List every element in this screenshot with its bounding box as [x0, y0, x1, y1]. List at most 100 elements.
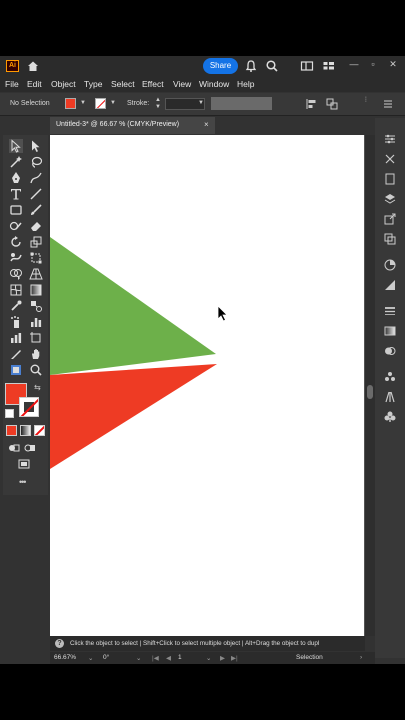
rotate-view-value[interactable]: 0°	[103, 654, 109, 661]
menu-view[interactable]: View	[173, 79, 191, 89]
stepper-up-icon[interactable]: ▲	[155, 97, 162, 104]
menu-edit[interactable]: Edit	[27, 79, 42, 89]
eyedropper-tool-icon[interactable]	[9, 299, 23, 313]
help-icon[interactable]: ?	[55, 639, 64, 648]
close-window-icon[interactable]: ✕	[387, 58, 399, 70]
chevron-down-icon[interactable]: ⌄	[88, 654, 93, 662]
menu-help[interactable]: Help	[237, 79, 254, 89]
share-button[interactable]: Share	[203, 58, 238, 74]
free-transform-tool-icon[interactable]	[29, 251, 43, 265]
symbol-sprayer-tool-icon[interactable]	[9, 315, 23, 329]
brushes-icon[interactable]	[383, 390, 397, 404]
screen-mode-icon[interactable]	[17, 457, 31, 471]
curvature-tool-icon[interactable]	[29, 171, 43, 185]
draw-normal-icon[interactable]	[7, 441, 21, 455]
menu-select[interactable]: Select	[111, 79, 135, 89]
puppet-icon[interactable]	[383, 152, 397, 166]
stepper-down-icon[interactable]: ▼	[155, 104, 162, 111]
canvas-area[interactable]	[50, 135, 365, 636]
status-menu-icon[interactable]: ›	[360, 654, 362, 661]
last-artboard-icon[interactable]: ▶|	[231, 654, 238, 662]
edit-toolbar-icon[interactable]: •••	[19, 477, 27, 487]
draw-behind-icon[interactable]	[23, 441, 37, 455]
menu-file[interactable]: File	[5, 79, 19, 89]
red-triangle[interactable]	[50, 364, 217, 469]
gradient-tool-icon[interactable]	[29, 283, 43, 297]
previous-artboard-icon[interactable]: ◀	[166, 654, 171, 662]
rotate-tool-icon[interactable]	[9, 235, 23, 249]
scroll-thumb[interactable]	[367, 385, 373, 399]
color-mode-icon[interactable]	[6, 425, 17, 436]
selection-tool-icon[interactable]	[9, 139, 23, 153]
minimize-icon[interactable]: —	[348, 58, 360, 70]
artboard-number[interactable]: 1	[178, 654, 182, 661]
perspective-grid-tool-icon[interactable]	[29, 267, 43, 281]
panel-menu-icon[interactable]	[381, 97, 395, 111]
hand-tool-icon[interactable]	[29, 347, 43, 361]
rectangle-tool-icon[interactable]	[9, 203, 23, 217]
fill-swatch[interactable]	[65, 98, 76, 109]
green-triangle[interactable]	[50, 237, 216, 375]
opacity-field[interactable]	[211, 97, 272, 110]
lasso-tool-icon[interactable]	[29, 155, 43, 169]
close-tab-icon[interactable]: ×	[204, 120, 209, 129]
column-graph-tool-icon[interactable]	[29, 315, 43, 329]
workspace-icon[interactable]	[322, 59, 336, 73]
document-tab[interactable]: Untitled-3* @ 66.67 % (CMYK/Preview) ×	[50, 117, 215, 134]
gradient-mode-icon[interactable]	[20, 425, 31, 436]
appearance-icon[interactable]	[383, 278, 397, 292]
default-colors-icon[interactable]	[5, 409, 14, 418]
warp-tool-icon[interactable]	[9, 251, 23, 265]
chevron-down-icon[interactable]: ▼	[110, 100, 117, 107]
artboard[interactable]	[50, 135, 364, 636]
transform-icon[interactable]	[325, 97, 339, 111]
links-icon[interactable]	[383, 232, 397, 246]
chevron-down-icon[interactable]: ⌄	[206, 654, 211, 662]
shaper-tool-icon[interactable]	[9, 219, 23, 233]
chevron-down-icon[interactable]: ▼	[80, 100, 87, 107]
swatches-club-icon[interactable]	[383, 410, 397, 424]
artboard-tool-icon[interactable]	[29, 331, 43, 345]
vertical-scrollbar[interactable]	[365, 135, 375, 636]
chart-tool-icon[interactable]	[9, 331, 23, 345]
zoom-tool-icon[interactable]	[29, 363, 43, 377]
bell-icon[interactable]	[244, 59, 258, 73]
chevron-down-icon[interactable]: ⌄	[136, 654, 141, 662]
symbols-icon[interactable]	[383, 370, 397, 384]
zoom-level[interactable]: 66.67%	[54, 654, 76, 661]
menu-effect[interactable]: Effect	[142, 79, 164, 89]
stroke-color-swatch[interactable]	[19, 397, 39, 417]
none-mode-icon[interactable]	[34, 425, 45, 436]
layers-icon[interactable]	[383, 192, 397, 206]
restore-icon[interactable]: ▫	[367, 58, 379, 70]
artwork-layer[interactable]	[50, 135, 364, 636]
magic-wand-tool-icon[interactable]	[9, 155, 23, 169]
direct-selection-tool-icon[interactable]	[29, 139, 43, 153]
gradient-panel-icon[interactable]	[383, 324, 397, 338]
pen-tool-icon[interactable]	[9, 171, 23, 185]
menu-object[interactable]: Object	[51, 79, 76, 89]
color-guide-icon[interactable]	[383, 258, 397, 272]
mesh-tool-icon[interactable]	[9, 283, 23, 297]
more-options-icon[interactable]: ⋮	[363, 97, 370, 104]
menu-window[interactable]: Window	[199, 79, 229, 89]
chevron-down-icon[interactable]: ▼	[198, 100, 205, 107]
stroke-swatch[interactable]	[95, 98, 106, 109]
print-tiling-tool-icon[interactable]	[9, 363, 23, 377]
arrange-documents-icon[interactable]	[300, 59, 314, 73]
shape-builder-tool-icon[interactable]	[9, 267, 23, 281]
home-icon[interactable]	[26, 59, 40, 73]
properties-icon[interactable]	[383, 132, 397, 146]
next-artboard-icon[interactable]: ▶	[220, 654, 225, 662]
first-artboard-icon[interactable]: |◀	[152, 654, 159, 662]
transparency-icon[interactable]	[383, 344, 397, 358]
menu-type[interactable]: Type	[84, 79, 102, 89]
search-icon[interactable]	[265, 59, 279, 73]
stroke-panel-icon[interactable]	[383, 304, 397, 318]
export-icon[interactable]	[383, 212, 397, 226]
swap-fill-stroke-icon[interactable]: ⇆	[34, 383, 41, 392]
document-icon[interactable]	[383, 172, 397, 186]
type-tool-icon[interactable]	[9, 187, 23, 201]
eraser-tool-icon[interactable]	[29, 219, 43, 233]
paintbrush-tool-icon[interactable]	[29, 203, 43, 217]
